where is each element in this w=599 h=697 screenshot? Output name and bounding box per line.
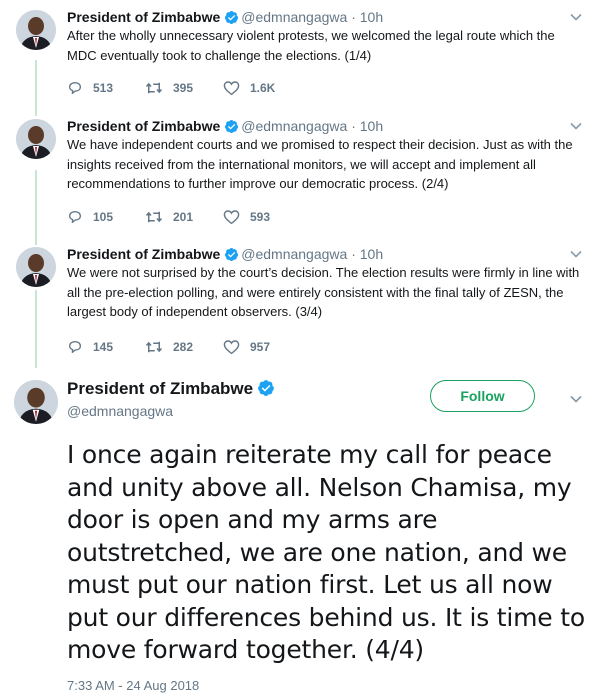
like-count: 1.6K bbox=[250, 81, 276, 95]
retweet-count: 395 bbox=[173, 81, 194, 95]
author-name[interactable]: President of Zimbabwe bbox=[67, 246, 220, 262]
chevron-down-icon[interactable] bbox=[569, 10, 583, 24]
tweet-timestamp[interactable]: 7:33 AM - 24 Aug 2018 bbox=[67, 678, 199, 693]
author-name[interactable]: President of Zimbabwe bbox=[67, 378, 277, 403]
tweet-time[interactable]: 10h bbox=[360, 9, 383, 25]
main-tweet-text: I once again reiterate my call for peace… bbox=[67, 440, 585, 664]
author-handle[interactable]: @edmnangagwa bbox=[241, 9, 347, 25]
retweet-button[interactable]: 395 bbox=[145, 80, 223, 96]
tweet-text: We have independent courts and we promis… bbox=[67, 137, 573, 191]
retweet-icon bbox=[145, 211, 163, 223]
retweet-button[interactable]: 282 bbox=[145, 339, 223, 355]
separator-dot: · bbox=[351, 9, 356, 25]
avatar[interactable] bbox=[16, 10, 56, 50]
tweet-1[interactable]: President of Zimbabwe @edmnangagwa · 10h … bbox=[0, 8, 599, 108]
reply-icon bbox=[69, 211, 81, 223]
author-handle[interactable]: @edmnangagwa bbox=[241, 118, 347, 134]
like-button[interactable]: 957 bbox=[223, 339, 301, 355]
like-count: 593 bbox=[250, 210, 271, 224]
chevron-down-icon[interactable] bbox=[569, 247, 583, 261]
retweet-icon bbox=[145, 82, 163, 94]
author-name-text: President of Zimbabwe bbox=[67, 379, 254, 398]
tweet-actions: 145 282 957 bbox=[67, 337, 301, 357]
separator-dot: · bbox=[351, 246, 356, 262]
author-handle[interactable]: @edmnangagwa bbox=[241, 246, 347, 262]
heart-icon bbox=[223, 81, 240, 96]
tweet-text: We were not surprised by the court’s dec… bbox=[67, 265, 580, 319]
heart-icon bbox=[223, 340, 240, 355]
tweet-text: After the wholly unnecessary violent pro… bbox=[67, 28, 555, 63]
author-name[interactable]: President of Zimbabwe bbox=[67, 9, 220, 25]
tweet-2[interactable]: President of Zimbabwe @edmnangagwa · 10h … bbox=[0, 117, 599, 227]
author-name[interactable]: President of Zimbabwe bbox=[67, 118, 220, 134]
chevron-down-icon[interactable] bbox=[569, 392, 583, 406]
reply-icon bbox=[69, 341, 81, 353]
tweet-3[interactable]: President of Zimbabwe @edmnangagwa · 10h … bbox=[0, 245, 599, 355]
avatar[interactable] bbox=[16, 119, 56, 159]
reply-count: 105 bbox=[93, 210, 114, 224]
verified-badge-icon bbox=[257, 379, 275, 403]
reply-count: 513 bbox=[93, 81, 114, 95]
avatar[interactable] bbox=[16, 247, 56, 287]
heart-icon bbox=[223, 210, 240, 225]
avatar[interactable] bbox=[14, 380, 58, 424]
tweet-actions: 513 395 1.6K bbox=[67, 78, 301, 98]
tweet-time[interactable]: 10h bbox=[360, 246, 383, 262]
retweet-button[interactable]: 201 bbox=[145, 209, 223, 225]
like-button[interactable]: 1.6K bbox=[223, 80, 301, 96]
follow-button[interactable]: Follow bbox=[430, 380, 535, 412]
retweet-count: 282 bbox=[173, 340, 194, 354]
separator-dot: · bbox=[351, 118, 356, 134]
like-button[interactable]: 593 bbox=[223, 209, 301, 225]
reply-count: 145 bbox=[93, 340, 114, 354]
reply-icon bbox=[69, 82, 81, 94]
tweet-time[interactable]: 10h bbox=[360, 118, 383, 134]
reply-button[interactable]: 145 bbox=[67, 339, 145, 355]
retweet-icon bbox=[145, 341, 163, 353]
reply-button[interactable]: 105 bbox=[67, 209, 145, 225]
author-handle[interactable]: @edmnangagwa bbox=[67, 403, 173, 419]
reply-button[interactable]: 513 bbox=[67, 80, 145, 96]
tweet-actions: 105 201 593 bbox=[67, 207, 301, 227]
chevron-down-icon[interactable] bbox=[569, 119, 583, 133]
main-tweet: President of Zimbabwe @edmnangagwa Follo… bbox=[0, 378, 599, 697]
like-count: 957 bbox=[250, 340, 271, 354]
retweet-count: 201 bbox=[173, 210, 194, 224]
